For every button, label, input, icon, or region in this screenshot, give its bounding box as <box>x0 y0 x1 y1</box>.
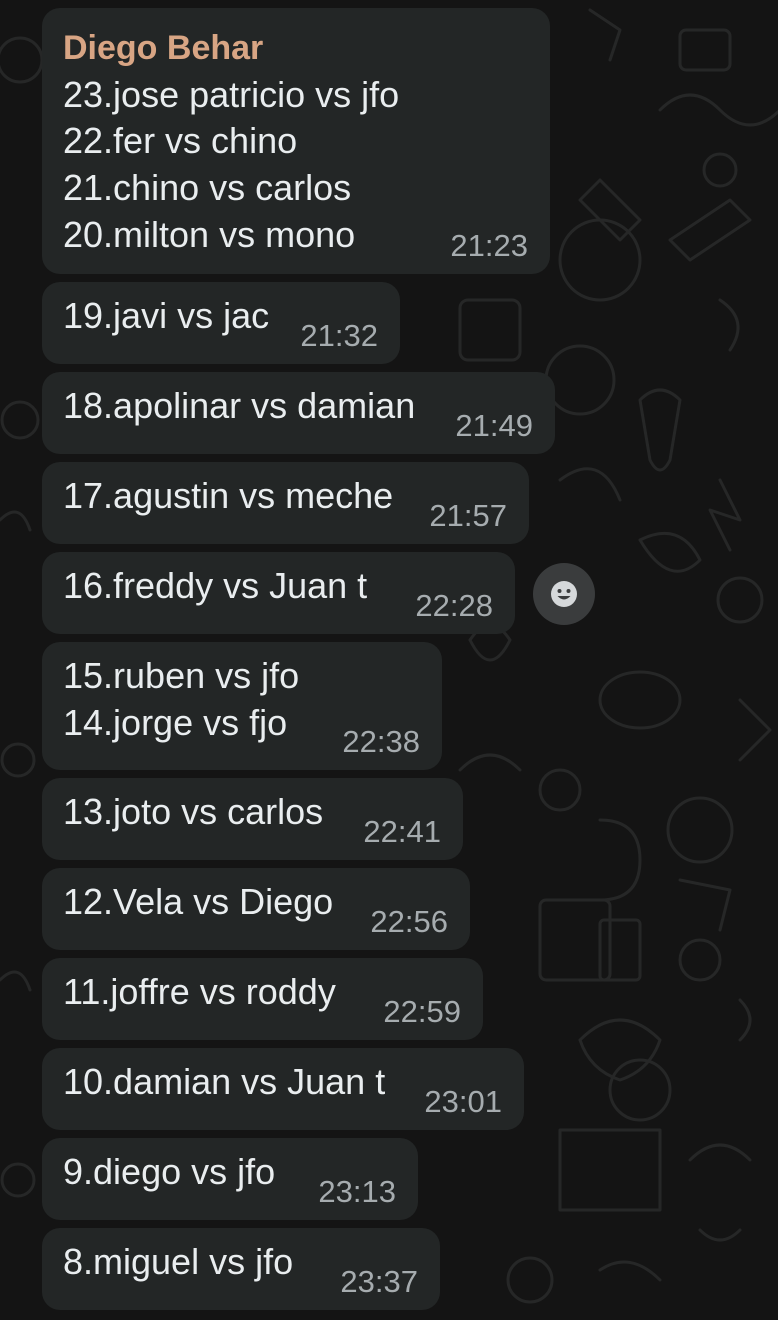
message-timestamp: 21:32 <box>300 318 378 353</box>
message-timestamp: 23:13 <box>318 1174 396 1209</box>
message-bubble[interactable]: 15.ruben vs jfo 14.jorge vs fjo 22:38 <box>42 642 442 770</box>
message-timestamp: 22:59 <box>383 994 461 1029</box>
message-text: 17.agustin vs meche <box>63 475 394 516</box>
add-reaction-button[interactable] <box>533 563 595 625</box>
message-text: 15.ruben vs jfo <box>63 655 300 696</box>
message-bubble[interactable]: 8.miguel vs jfo 23:37 <box>42 1228 440 1310</box>
message-timestamp: 21:57 <box>429 498 507 533</box>
sender-name[interactable]: Diego Behar <box>63 26 263 70</box>
message-bubble[interactable]: 17.agustin vs meche 21:57 <box>42 462 529 544</box>
message-timestamp: 23:37 <box>340 1264 418 1299</box>
message-timestamp: 23:01 <box>424 1084 502 1119</box>
message-bubble[interactable]: 13.joto vs carlos 22:41 <box>42 778 463 860</box>
message-bubble[interactable]: 9.diego vs jfo 23:13 <box>42 1138 418 1220</box>
message-text: 21.chino vs carlos <box>63 167 352 208</box>
message-text: 13.joto vs carlos <box>63 791 324 832</box>
chat-panel[interactable]: Diego Behar 23.jose patricio vs jfo 22.f… <box>0 0 778 1320</box>
message-text: 20.milton vs mono <box>63 214 356 255</box>
message-timestamp: 22:38 <box>342 724 420 759</box>
message-bubble[interactable]: Diego Behar 23.jose patricio vs jfo 22.f… <box>42 8 550 274</box>
message-text: 23.jose patricio vs jfo <box>63 74 400 115</box>
message-timestamp: 22:28 <box>415 588 493 623</box>
message-bubble[interactable]: 18.apolinar vs damian 21:49 <box>42 372 555 454</box>
smiley-icon <box>551 581 577 607</box>
message-text: 22.fer vs chino <box>63 120 298 161</box>
message-text: 16.freddy vs Juan t <box>63 565 368 606</box>
message-timestamp: 22:56 <box>370 904 448 939</box>
message-text: 14.jorge vs fjo <box>63 702 288 743</box>
message-timestamp: 21:49 <box>455 408 533 443</box>
message-text: 19.javi vs jac <box>63 295 270 336</box>
message-text: 12.Vela vs Diego <box>63 881 334 922</box>
message-text: 10.damian vs Juan t <box>63 1061 386 1102</box>
message-bubble[interactable]: 11.joffre vs roddy 22:59 <box>42 958 483 1040</box>
message-bubble[interactable]: 12.Vela vs Diego 22:56 <box>42 868 470 950</box>
message-bubble[interactable]: 16.freddy vs Juan t 22:28 <box>42 552 515 634</box>
message-text: 8.miguel vs jfo <box>63 1241 294 1282</box>
message-timestamp: 21:23 <box>450 228 528 263</box>
message-text: 18.apolinar vs damian <box>63 385 416 426</box>
message-bubble[interactable]: 10.damian vs Juan t 23:01 <box>42 1048 524 1130</box>
message-text: 9.diego vs jfo <box>63 1151 276 1192</box>
message-bubble[interactable]: 19.javi vs jac 21:32 <box>42 282 400 364</box>
message-text: 11.joffre vs roddy <box>63 971 336 1012</box>
message-timestamp: 22:41 <box>363 814 441 849</box>
